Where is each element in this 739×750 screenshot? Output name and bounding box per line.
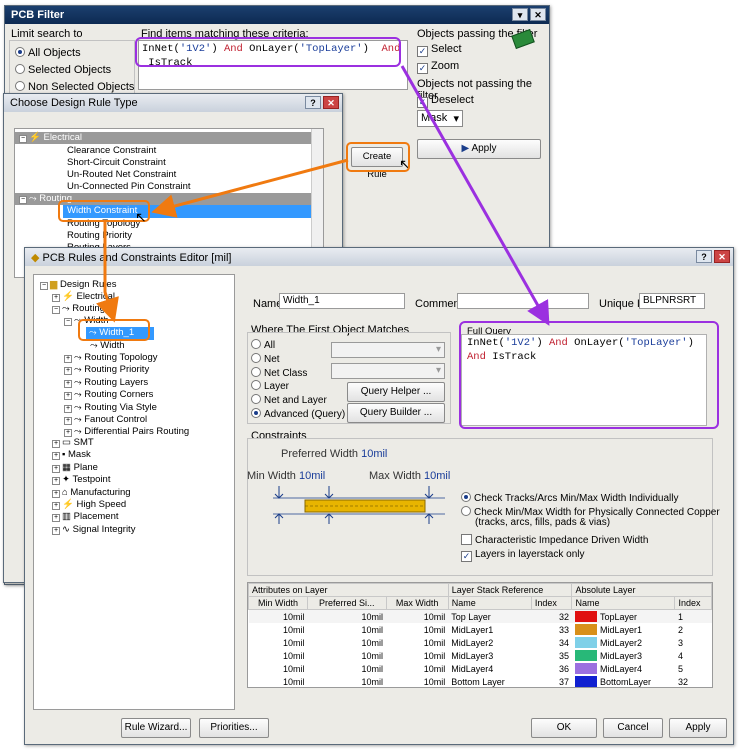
annotation-arrows	[96, 65, 550, 326]
